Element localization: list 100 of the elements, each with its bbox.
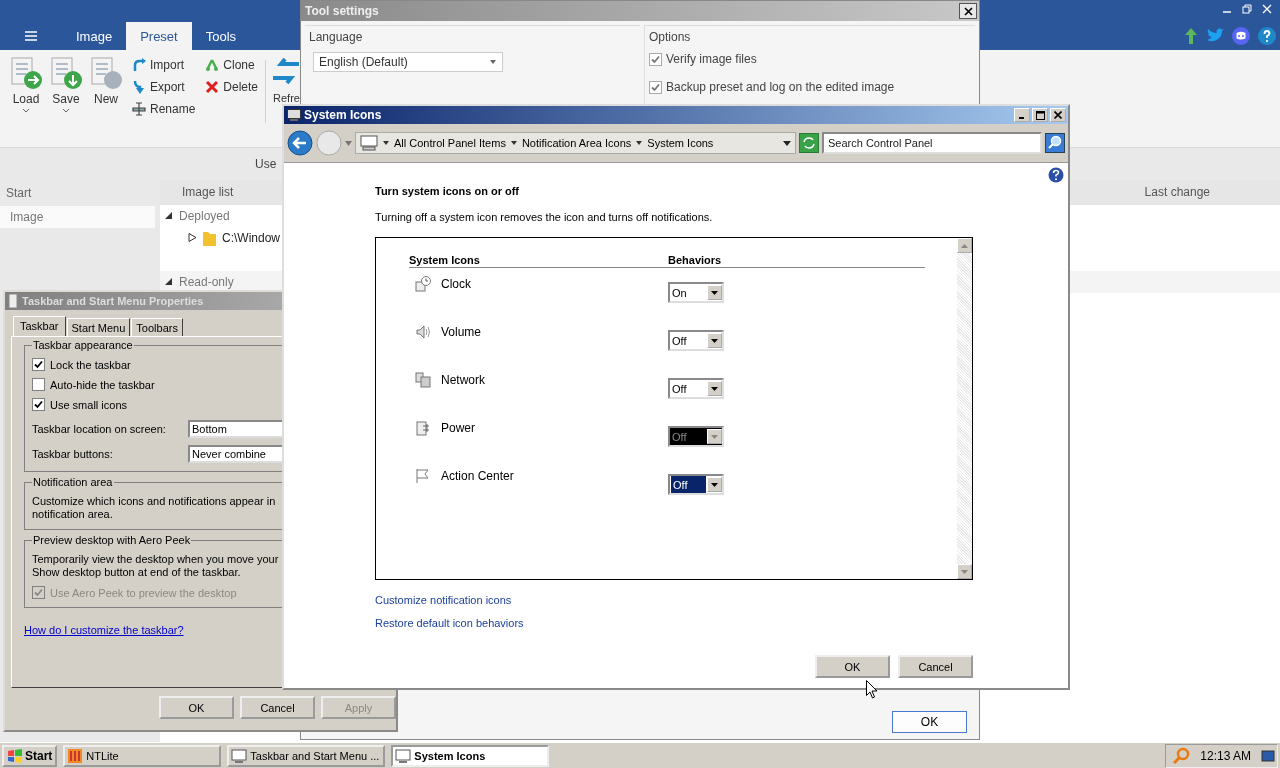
ribbon-tab[interactable]: Preset — [126, 22, 192, 50]
tab[interactable]: Toolbars — [131, 318, 183, 336]
ribbon-button[interactable]: New — [88, 56, 124, 147]
back-icon[interactable] — [287, 130, 313, 156]
ribbon-button[interactable]: Import — [132, 56, 196, 74]
dialog-button[interactable]: Cancel — [898, 655, 973, 678]
computer-icon — [360, 135, 378, 151]
caret-icon — [636, 141, 643, 145]
breadcrumb[interactable]: All Control Panel Items — [394, 137, 506, 149]
clock[interactable]: 12:13 AM — [1200, 748, 1251, 763]
fork-icon — [205, 58, 220, 72]
breadcrumb[interactable]: Notification Area Icons — [521, 137, 632, 149]
display-icon[interactable] — [1261, 748, 1275, 763]
icon-name: Action Center — [441, 469, 514, 483]
group-label: Options — [649, 30, 692, 44]
checkbox[interactable] — [649, 80, 662, 94]
icon-name: Clock — [441, 277, 471, 291]
dialog-button[interactable]: OK — [159, 696, 234, 719]
link[interactable]: Customize notification icons — [375, 594, 512, 606]
bird-icon[interactable] — [1206, 28, 1224, 44]
ribbon-button[interactable]: Delete — [205, 78, 259, 96]
hint-text: Use — [255, 157, 277, 171]
column-header[interactable]: Image list — [160, 185, 234, 200]
close-icon[interactable] — [1262, 4, 1272, 14]
checkbox[interactable] — [32, 398, 45, 411]
tab[interactable]: Start Menu — [66, 318, 131, 336]
up-arrow-icon[interactable] — [1184, 28, 1198, 44]
link[interactable]: Restore default icon behaviors — [375, 617, 524, 629]
ribbon-button[interactable]: Clone — [205, 56, 259, 74]
checkbox-label[interactable]: Auto-hide the taskbar — [50, 378, 155, 391]
checkbox-label[interactable]: Backup preset and log on the edited image — [666, 80, 895, 94]
help-link[interactable]: How do I customize the taskbar? — [24, 624, 184, 636]
window-title: Taskbar and Start Menu Properties — [22, 295, 204, 307]
group-label: Preview desktop with Aero Peek — [32, 534, 192, 546]
ok-button[interactable]: OK — [892, 711, 967, 733]
field-label: Taskbar buttons: — [32, 448, 114, 460]
clock-icon — [415, 276, 431, 292]
dropdown-arrow-icon — [711, 386, 718, 391]
tree-group[interactable]: Read-only — [179, 274, 234, 289]
checkbox-label[interactable]: Use small icons — [50, 398, 128, 411]
taskbar-item[interactable]: NTLite — [63, 744, 222, 767]
start-button[interactable]: Start — [2, 744, 58, 767]
maximize-button[interactable] — [1032, 108, 1048, 122]
down-arrow-icon — [961, 569, 968, 574]
expander-icon[interactable] — [164, 211, 173, 221]
tab[interactable]: Taskbar — [13, 316, 66, 336]
tree-item[interactable]: C:\Window — [222, 230, 280, 245]
ribbon-button[interactable]: Export — [132, 78, 196, 96]
help-icon[interactable] — [1258, 27, 1276, 45]
breadcrumb[interactable]: System Icons — [647, 137, 714, 149]
chat-bubble-icon[interactable] — [1232, 27, 1250, 45]
expander-icon[interactable] — [188, 233, 197, 243]
pane-header: Start — [6, 186, 32, 200]
taskbar-item[interactable]: System Icons — [391, 744, 550, 767]
checkbox[interactable] — [32, 378, 45, 391]
up-arrow-icon — [961, 243, 968, 248]
column-header[interactable]: Last change — [1144, 185, 1210, 200]
language-dropdown[interactable]: English (Default) — [313, 52, 503, 72]
ribbon-tab[interactable]: Tools — [191, 22, 251, 50]
address-bar[interactable]: All Control Panel Items Notification Area Icons System Icons — [355, 132, 796, 154]
checkbox-label[interactable]: Lock the taskbar — [50, 358, 131, 371]
column-header: System Icons — [409, 254, 481, 266]
ribbon-button[interactable]: Save — [48, 56, 84, 147]
speaker-icon — [415, 324, 431, 340]
ribbon-button[interactable]: Refre — [273, 56, 301, 147]
behavior-dropdown[interactable]: Off — [668, 378, 724, 399]
checkbox-label[interactable]: Verify image files — [666, 52, 757, 66]
behavior-dropdown[interactable]: On — [668, 282, 724, 303]
ribbon-button[interactable]: Rename — [132, 100, 196, 118]
network-icon — [415, 372, 431, 388]
search-field[interactable]: Search Control Panel — [822, 132, 1042, 154]
description-text: Customize which icons and notifications appear in notification area. — [32, 495, 277, 521]
checkbox[interactable] — [32, 358, 45, 371]
field-label: Taskbar location on screen: — [32, 423, 167, 435]
close-button[interactable] — [959, 3, 977, 19]
checkbox[interactable] — [649, 52, 662, 66]
text-cursor-icon — [132, 102, 146, 116]
taskbar-item[interactable]: Taskbar and Start Menu ... — [227, 744, 386, 767]
scrollbar[interactable] — [957, 238, 972, 579]
tree-group[interactable]: Deployed — [179, 208, 230, 223]
flag-icon — [415, 468, 431, 484]
restore-icon[interactable] — [1242, 4, 1252, 14]
document-load-icon — [9, 56, 43, 90]
menu-icon[interactable] — [25, 31, 37, 41]
refresh-icon[interactable] — [799, 133, 819, 153]
pane-item[interactable]: Image — [0, 206, 155, 228]
caret-icon[interactable] — [783, 140, 791, 146]
minimize-button[interactable] — [1014, 108, 1030, 122]
folder-icon — [203, 229, 216, 246]
dialog-button[interactable]: Cancel — [240, 696, 315, 719]
behavior-dropdown[interactable]: Off — [668, 474, 724, 495]
search-icon[interactable] — [1045, 133, 1065, 153]
document-save-icon — [49, 56, 83, 90]
expander-icon[interactable] — [164, 277, 173, 287]
ribbon-button[interactable]: Load — [8, 56, 44, 147]
help-icon[interactable] — [1048, 167, 1064, 183]
dialog-button[interactable]: OK — [815, 655, 890, 678]
curved-arrow-icon — [132, 80, 146, 94]
ribbon-tab[interactable]: Image — [62, 22, 127, 50]
behavior-dropdown[interactable]: Off — [668, 330, 724, 351]
